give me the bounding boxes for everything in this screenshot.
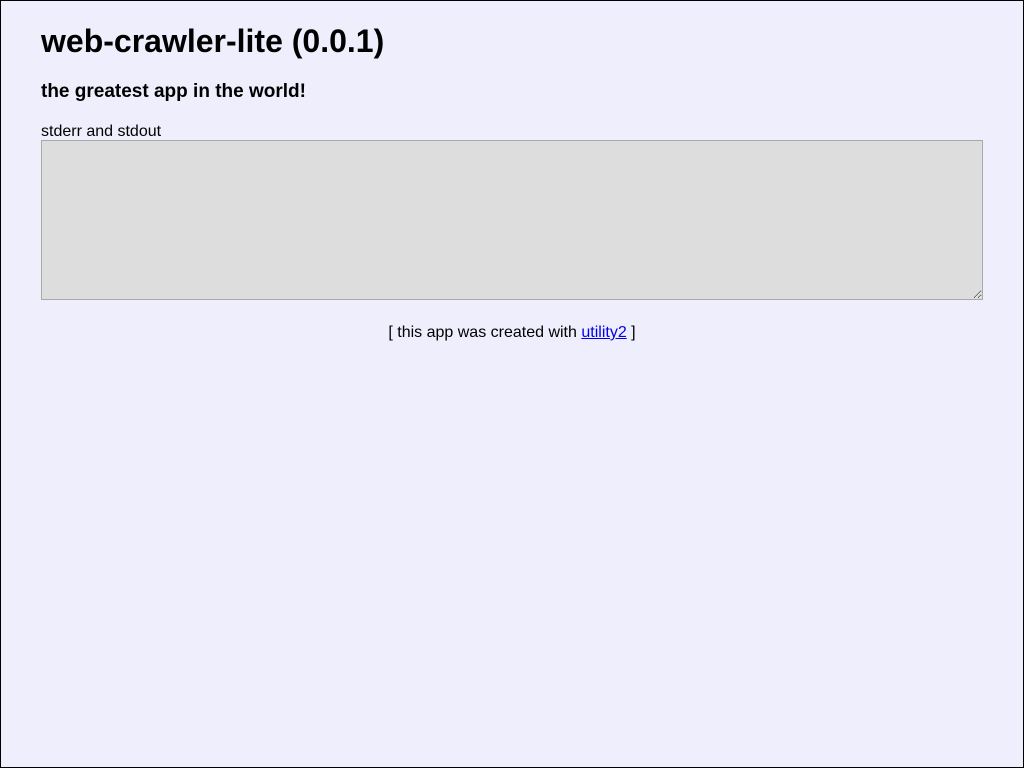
output-textarea[interactable] — [41, 140, 983, 300]
app-title: web-crawler-lite (0.0.1) — [41, 23, 385, 59]
footer-suffix: ] — [631, 324, 636, 341]
utility2-link[interactable]: utility2 — [581, 324, 626, 341]
page-frame: web-crawler-lite (0.0.1) the greatest ap… — [0, 0, 1024, 768]
app-tagline: the greatest app in the world! — [41, 81, 306, 102]
footer: [ this app was created with utility2 ] — [1, 323, 1023, 343]
footer-prefix: [ this app was created with — [388, 324, 577, 341]
output-label: stderr and stdout — [41, 123, 162, 140]
